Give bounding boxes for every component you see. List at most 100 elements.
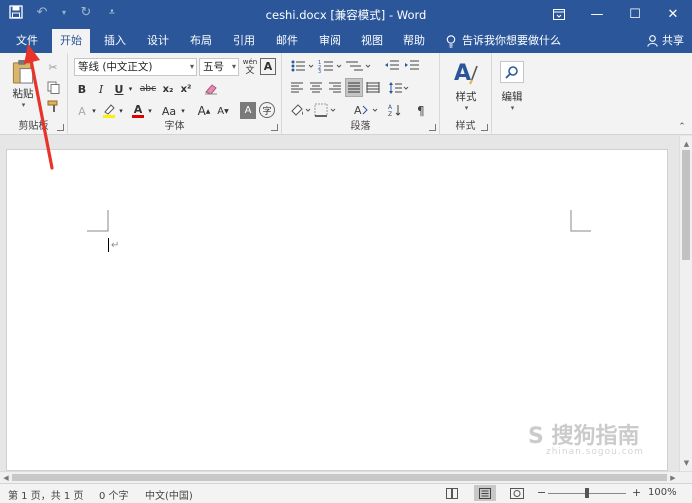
page-count[interactable]: 第 1 页，共 1 页 [8,487,83,502]
paragraph-mark: ↵ [111,240,120,251]
ribbon-home: 粘贴 ▾ ✂ 剪贴板 等线 (中文正文) ▾ 五号 ▾ wén 文 A B I … [0,53,692,135]
align-right-icon[interactable] [328,81,342,95]
font-launcher-icon[interactable] [271,124,278,131]
editing-button[interactable]: 编辑 ▾ [498,57,526,115]
ribbon-tabs: 文件 开始 插入 设计 布局 引用 邮件 审阅 视图 帮助 告诉我你想要做什么 … [0,29,692,53]
paragraph-group-label: 段落 [350,121,371,132]
font-size-select[interactable]: 五号 ▾ [199,58,239,76]
superscript-button[interactable]: x² [178,80,194,98]
tab-home[interactable]: 开始 [52,29,90,53]
justify-button[interactable] [345,78,363,97]
print-layout-button[interactable] [474,485,496,501]
editing-label: 编辑 [501,90,523,103]
justify-icon [348,82,360,92]
strikethrough-button[interactable]: abc [138,80,158,98]
subscript-button[interactable]: x₂ [160,80,176,98]
increase-indent-icon[interactable] [404,59,420,73]
svg-text:A: A [388,104,393,111]
vertical-scrollbar[interactable]: ▲ ▼ [679,136,692,471]
watermark-logo: S 搜狗指南 [528,424,640,449]
multilevel-list-icon[interactable] [346,59,376,73]
bold-button[interactable]: B [74,80,90,98]
ribbon-display-options-icon[interactable] [540,0,578,29]
copy-icon[interactable] [44,79,62,95]
tell-me-search[interactable]: 告诉我你想要做什么 [446,29,561,53]
close-button[interactable]: ✕ [654,0,692,29]
tab-references[interactable]: 引用 [225,29,263,53]
asian-layout-icon[interactable]: A [354,103,380,117]
tab-view[interactable]: 视图 [353,29,391,53]
text-effects-eraser-icon[interactable] [202,80,220,98]
align-center-icon[interactable] [309,81,323,95]
zoom-in-button[interactable]: + [632,486,641,499]
tab-insert[interactable]: 插入 [96,29,134,53]
phonetic-bottom: 文 [245,66,255,76]
styles-button[interactable]: A 样式 ▾ [446,57,486,115]
styles-launcher-icon[interactable] [481,124,488,131]
styles-label: 样式 [455,91,477,103]
line-spacing-icon[interactable] [388,81,410,95]
cut-icon[interactable]: ✂ [44,59,62,75]
maximize-button[interactable]: ☐ [616,0,654,29]
underline-dropdown-icon[interactable]: ▾ [126,80,135,98]
svg-text:¶: ¶ [417,104,425,117]
chevron-down-icon: ▾ [464,104,469,112]
chevron-down-icon: ▾ [231,62,236,71]
zoom-slider-thumb[interactable] [585,488,589,498]
search-icon [505,65,518,79]
tab-review[interactable]: 审阅 [311,29,349,53]
numbering-icon[interactable]: 123 [318,59,348,73]
minimize-button[interactable]: — [578,0,616,29]
group-editing: 编辑 ▾ [492,53,532,135]
tab-file[interactable]: 文件 [8,29,46,53]
show-marks-icon[interactable]: ¶ [416,103,428,117]
share-button[interactable]: 共享 [647,29,684,53]
italic-button[interactable]: I [93,80,109,98]
read-mode-icon[interactable] [446,488,458,499]
chevron-down-icon: ▾ [21,101,26,109]
underline-button[interactable]: U [112,80,126,98]
scroll-down-icon[interactable]: ▼ [680,457,692,469]
shading-icon[interactable] [290,103,312,117]
tab-layout[interactable]: 布局 [182,29,220,53]
title-bar: ↶ ▾ ↻ ⩡ ceshi.docx [兼容模式] - Word — ☐ ✕ [0,0,692,29]
character-border-button[interactable]: A [260,58,276,75]
tab-design[interactable]: 设计 [139,29,177,53]
decrease-indent-icon[interactable] [384,59,400,73]
font-name-select[interactable]: 等线 (中文正文) ▾ [74,58,197,76]
format-painter-icon[interactable] [44,98,62,114]
scroll-up-icon[interactable]: ▲ [680,138,692,150]
borders-icon[interactable] [314,103,338,117]
horizontal-scrollbar[interactable]: ◀ ▶ [0,471,692,483]
lightbulb-icon [446,34,456,48]
status-bar: 第 1 页，共 1 页 0 个字 中文(中国) − + 100% [0,483,692,503]
language-status[interactable]: 中文(中国) [145,487,193,502]
vertical-scroll-thumb[interactable] [682,150,690,260]
clipboard-launcher-icon[interactable] [57,124,64,131]
web-layout-icon[interactable] [510,488,524,499]
watermark-url: zhinan.sogou.com [546,447,644,457]
distributed-icon[interactable] [366,81,380,95]
clipboard-icon [12,59,34,84]
paste-button[interactable]: 粘贴 ▾ [6,59,40,109]
align-left-icon[interactable] [290,81,304,95]
paragraph-launcher-icon[interactable] [429,124,436,131]
group-clipboard: 粘贴 ▾ ✂ 剪贴板 [0,53,68,135]
person-icon [647,35,658,47]
zoom-out-button[interactable]: − [537,486,546,499]
phonetic-guide-button[interactable]: wén 文 [241,57,259,77]
group-paragraph: 123 A AZ ¶ 段落 [282,53,440,135]
margin-corner-top-right [570,210,591,232]
zoom-level[interactable]: 100% [648,487,677,498]
text-cursor [108,238,109,252]
print-layout-icon [479,487,491,499]
sort-icon[interactable]: AZ [388,103,410,117]
collapse-ribbon-icon[interactable]: ⌃ [676,121,688,133]
tab-mailings[interactable]: 邮件 [268,29,306,53]
bullets-icon[interactable] [290,59,320,73]
horizontal-scroll-thumb[interactable] [12,474,667,481]
enclose-characters-button[interactable]: 字 [259,102,275,118]
tab-help[interactable]: 帮助 [395,29,433,53]
word-count[interactable]: 0 个字 [99,487,129,502]
svg-text:A: A [354,104,362,117]
